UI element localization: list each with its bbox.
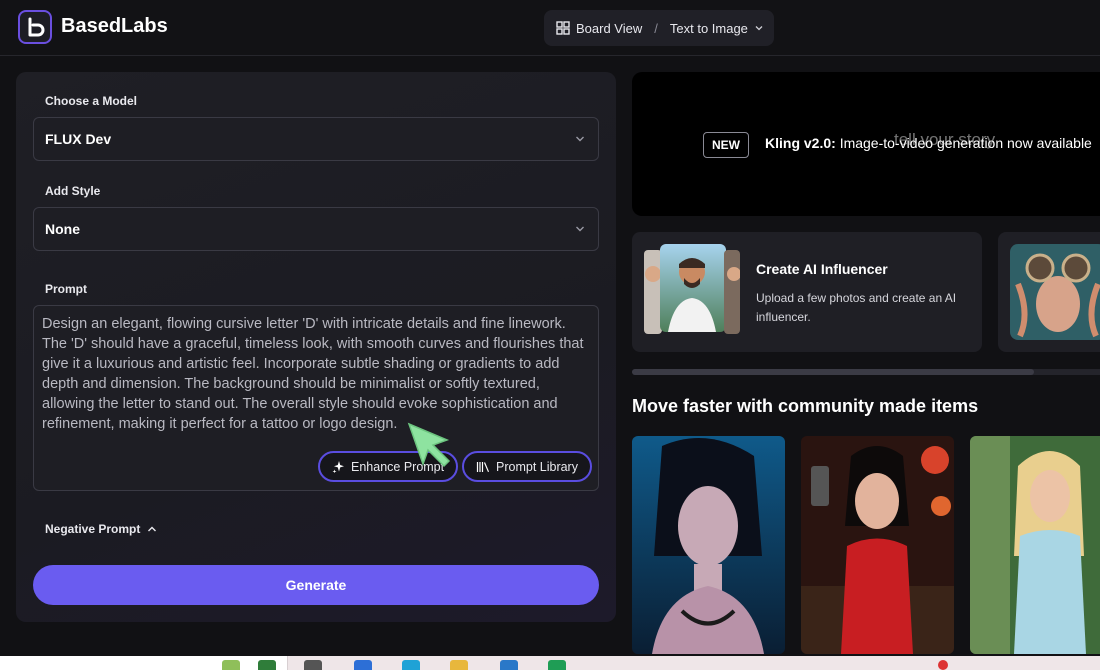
model-label: Choose a Model	[45, 94, 138, 108]
folder-icon[interactable]	[450, 660, 468, 670]
os-taskbar	[0, 656, 1100, 670]
prompt-library-button[interactable]: Prompt Library	[462, 451, 592, 482]
generation-panel: Choose a Model FLUX Dev Add Style None P…	[16, 72, 616, 622]
card-title: Create AI Influencer	[756, 261, 888, 277]
gallery-item[interactable]	[970, 436, 1100, 654]
chevron-down-icon	[755, 26, 763, 31]
notification-badge-icon[interactable]	[938, 660, 948, 670]
top-header: BasedLabs Board View / Text to Image	[0, 0, 1100, 56]
style-label: Add Style	[45, 184, 101, 198]
generate-button[interactable]: Generate	[33, 565, 599, 605]
model-select[interactable]: FLUX Dev	[33, 117, 599, 161]
create-ai-influencer-card[interactable]: Create AI Influencer Upload a few photos…	[632, 232, 982, 352]
library-icon	[476, 461, 490, 472]
prompt-label: Prompt	[45, 282, 87, 296]
style-select[interactable]: None	[33, 207, 599, 251]
card-description: Upload a few photos and create an AI inf…	[756, 291, 957, 324]
sparkle-icon	[332, 461, 344, 473]
announcement-banner[interactable]: NEW Kling v2.0: Image-to-video generatio…	[632, 72, 1100, 216]
gallery-item[interactable]	[632, 436, 785, 654]
tree-icon[interactable]	[258, 660, 276, 670]
prompt-textarea[interactable]: Design an elegant, flowing cursive lette…	[33, 305, 599, 491]
feature-thumbnail	[1010, 244, 1100, 340]
new-badge: NEW	[703, 132, 749, 158]
widgets-icon[interactable]	[222, 660, 240, 670]
taskbar-search[interactable]	[0, 656, 288, 670]
board-view-link[interactable]: Board View	[576, 21, 642, 36]
edge-icon[interactable]	[402, 660, 420, 670]
negative-prompt-toggle[interactable]: Negative Prompt	[45, 522, 158, 536]
negative-prompt-label: Negative Prompt	[45, 522, 141, 536]
app-icon[interactable]	[354, 660, 372, 670]
influencer-thumbnail	[644, 244, 740, 334]
chrome-icon[interactable]	[548, 660, 566, 670]
prompt-text[interactable]: Design an elegant, flowing cursive lette…	[42, 314, 590, 434]
feature-card-partial[interactable]	[998, 232, 1100, 352]
store-icon[interactable]	[500, 660, 518, 670]
mode-dropdown-label[interactable]: Text to Image	[670, 21, 748, 36]
banner-headline: Kling v2.0:	[765, 135, 836, 151]
scrollbar-thumb[interactable]	[632, 369, 1034, 375]
task-view-icon[interactable]	[304, 660, 322, 670]
breadcrumb-separator: /	[654, 20, 658, 36]
community-section-title: Move faster with community made items	[632, 396, 979, 416]
banner-ghost-text: tell your story	[894, 130, 996, 149]
chevron-down-icon	[576, 136, 584, 142]
cards-scrollbar[interactable]	[632, 369, 1100, 375]
board-grid-icon	[556, 21, 570, 35]
prompt-library-label: Prompt Library	[496, 459, 578, 474]
basedlabs-logo-icon[interactable]	[18, 10, 52, 44]
style-select-value: None	[45, 221, 80, 237]
view-switcher[interactable]: Board View / Text to Image	[544, 10, 774, 46]
gallery-item[interactable]	[801, 436, 954, 654]
chevron-up-icon	[148, 526, 157, 532]
chevron-down-icon	[576, 226, 584, 232]
brand-name[interactable]: BasedLabs	[61, 15, 168, 38]
cursor-arrow-icon	[407, 422, 451, 468]
model-select-value: FLUX Dev	[45, 131, 112, 147]
